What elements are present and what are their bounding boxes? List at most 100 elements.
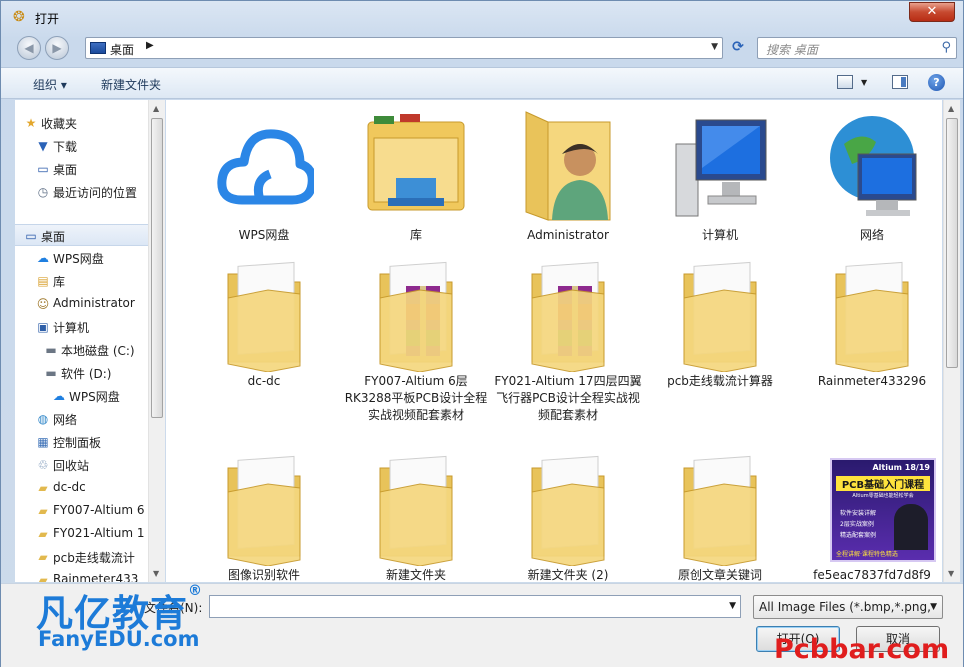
- sidebar-item-3[interactable]: ◷ 最近访问的位置: [15, 181, 148, 203]
- search-icon[interactable]: ⚲: [941, 40, 951, 55]
- sidebar-item-label: 最近访问的位置: [53, 186, 138, 200]
- file-item-folder[interactable]: 图像识别软件: [188, 448, 340, 582]
- image-icon: Altium 18/19 PCB基础入门课程 Altium零基础也能轻松学会 软件安装…: [822, 448, 936, 566]
- sidebar-item-label: 收藏夹: [41, 117, 78, 131]
- folder-icon: [822, 254, 922, 373]
- file-item-folder[interactable]: Rainmeter433296: [796, 254, 942, 388]
- view-options-icon[interactable]: [837, 75, 853, 89]
- recycle-bin-icon: ♲: [37, 458, 49, 472]
- close-button[interactable]: ✕: [909, 2, 955, 22]
- sidebar-scroll-thumb[interactable]: [151, 118, 163, 418]
- search-input[interactable]: 搜索 桌面 ⚲: [757, 37, 957, 59]
- file-item-folder[interactable]: 新建文件夹 (2): [492, 448, 644, 582]
- refresh-button[interactable]: ⟳: [727, 37, 749, 59]
- sidebar-item-0[interactable]: ★ 收藏夹: [15, 112, 148, 134]
- file-item-folder[interactable]: 新建文件夹: [340, 448, 492, 582]
- filename-input[interactable]: ▼: [209, 595, 741, 618]
- file-caption: FY021-Altium 17四层四翼飞行器PCB设计全程实战视频配套素材: [494, 374, 642, 422]
- sidebar-item-13[interactable]: ▦ 控制面板: [15, 431, 148, 453]
- content-scrollbar[interactable]: ▲ ▼: [943, 100, 960, 582]
- sidebar-item-14[interactable]: ♲ 回收站: [15, 454, 148, 476]
- sidebar-item-5[interactable]: ☁ WPS网盘: [15, 247, 148, 269]
- sidebar-item-9[interactable]: ▬ 本地磁盘 (C:): [15, 339, 148, 361]
- sidebar-item-label: Administrator: [53, 296, 135, 310]
- folder-icon: ▰: [38, 527, 48, 541]
- sidebar-scrollbar[interactable]: ▲ ▼: [148, 100, 165, 582]
- address-location[interactable]: 桌面: [110, 41, 134, 58]
- file-item-folder[interactable]: pcb走线载流计算器: [644, 254, 796, 388]
- forward-button[interactable]: ▶: [45, 36, 69, 60]
- file-item-folder[interactable]: 原创文章关键词: [644, 448, 796, 582]
- file-list: WPS网盘 库 Administrator 计算机 网络 dc-dc FY007-Altiu…: [166, 100, 942, 582]
- content-scroll-thumb[interactable]: [946, 118, 958, 368]
- sidebar-item-12[interactable]: ◍ 网络: [15, 408, 148, 430]
- window-title: 打开: [35, 12, 60, 26]
- file-caption: FY007-Altium 6层 RK3288平板PCB设计全程实战视频配套素材: [344, 374, 488, 422]
- watermark-site: Pcbbar.com: [774, 634, 950, 665]
- file-caption: 网络: [859, 228, 884, 242]
- sidebar-item-2[interactable]: ▭ 桌面: [15, 158, 148, 180]
- user-folder-icon: ☺: [36, 297, 50, 311]
- sidebar-item-18[interactable]: ▰ pcb走线载流计: [15, 546, 148, 568]
- sidebar-item-label: Rainmeter433: [53, 572, 139, 582]
- organize-button[interactable]: 组织 ▾: [33, 76, 67, 93]
- folder-icon: ▰: [38, 481, 48, 495]
- chevron-down-icon[interactable]: ▼: [930, 602, 937, 612]
- thumb-footer: 全程讲解·课程特色精选: [836, 551, 898, 558]
- title-bar: ❂ 打开 ✕: [1, 1, 963, 33]
- sidebar-item-15[interactable]: ▰ dc-dc: [15, 477, 148, 499]
- file-item-cloud[interactable]: WPS网盘: [188, 108, 340, 242]
- cloud-icon: ☁: [53, 389, 65, 403]
- file-type-select[interactable]: All Image Files (*.bmp,*.png, ▼: [753, 595, 943, 619]
- thumb-point: 2层实战案例: [840, 521, 874, 528]
- file-item-rar-folder[interactable]: FY021-Altium 17四层四翼飞行器PCB设计全程实战视频配套素材: [492, 254, 644, 422]
- computer-icon: ▣: [37, 320, 49, 334]
- scroll-up-icon[interactable]: ▲: [153, 104, 159, 113]
- address-bar[interactable]: 桌面 ▶ ▼: [85, 37, 723, 59]
- new-folder-button[interactable]: 新建文件夹: [101, 76, 161, 93]
- download-folder-icon: ▼: [38, 139, 48, 153]
- library-icon: ▤: [37, 274, 49, 288]
- address-dropdown[interactable]: ▼: [711, 42, 718, 52]
- sidebar-item-4[interactable]: ▭ 桌面: [15, 224, 148, 246]
- sidebar-item-17[interactable]: ▰ FY021-Altium 1: [15, 523, 148, 545]
- file-caption: 计算机: [701, 228, 738, 242]
- file-caption: Rainmeter433296: [817, 374, 927, 388]
- file-item-rar-folder[interactable]: FY007-Altium 6层 RK3288平板PCB设计全程实战视频配套素材: [340, 254, 492, 422]
- file-item-network[interactable]: 网络: [796, 108, 942, 242]
- sidebar-item-11[interactable]: ☁ WPS网盘: [15, 385, 148, 407]
- back-button[interactable]: ◀: [17, 36, 41, 60]
- preview-pane-icon[interactable]: [892, 75, 908, 89]
- sidebar-item-1[interactable]: ▼ 下载: [15, 135, 148, 157]
- file-item-folder[interactable]: dc-dc: [188, 254, 340, 388]
- sidebar-item-label: 下载: [53, 140, 78, 154]
- sidebar-item-6[interactable]: ▤ 库: [15, 270, 148, 292]
- sidebar-item-label: dc-dc: [53, 480, 86, 494]
- user-icon: [518, 108, 618, 226]
- file-caption: Administrator: [527, 228, 609, 242]
- library-icon: [366, 108, 466, 226]
- chevron-down-icon[interactable]: ▼: [861, 78, 867, 87]
- sidebar-item-7[interactable]: ☺ Administrator: [15, 293, 148, 315]
- folder-icon: [670, 448, 770, 567]
- file-item-user[interactable]: Administrator: [492, 108, 644, 242]
- file-item-library[interactable]: 库: [340, 108, 492, 242]
- file-caption: dc-dc: [247, 374, 281, 388]
- help-icon[interactable]: ?: [928, 74, 945, 91]
- sidebar-item-10[interactable]: ▬ 软件 (D:): [15, 362, 148, 384]
- sidebar-item-label: 回收站: [53, 459, 90, 473]
- file-type-value[interactable]: All Image Files (*.bmp,*.png,: [759, 600, 931, 614]
- file-item-computer[interactable]: 计算机: [644, 108, 796, 242]
- scroll-down-icon[interactable]: ▼: [948, 569, 954, 578]
- file-item-image[interactable]: Altium 18/19 PCB基础入门课程 Altium零基础也能轻松学会 软件安装…: [796, 448, 942, 582]
- scroll-down-icon[interactable]: ▼: [153, 569, 159, 578]
- file-caption: WPS网盘: [238, 228, 290, 242]
- file-caption: 新建文件夹 (2): [527, 568, 609, 582]
- chevron-right-icon[interactable]: ▶: [146, 40, 154, 51]
- sidebar-item-16[interactable]: ▰ FY007-Altium 6: [15, 500, 148, 522]
- sidebar-item-label: 网络: [53, 413, 78, 427]
- sidebar-item-8[interactable]: ▣ 计算机: [15, 316, 148, 338]
- scroll-up-icon[interactable]: ▲: [948, 104, 954, 113]
- sidebar-item-19[interactable]: ▰ Rainmeter433: [15, 569, 148, 582]
- chevron-down-icon[interactable]: ▼: [729, 601, 736, 611]
